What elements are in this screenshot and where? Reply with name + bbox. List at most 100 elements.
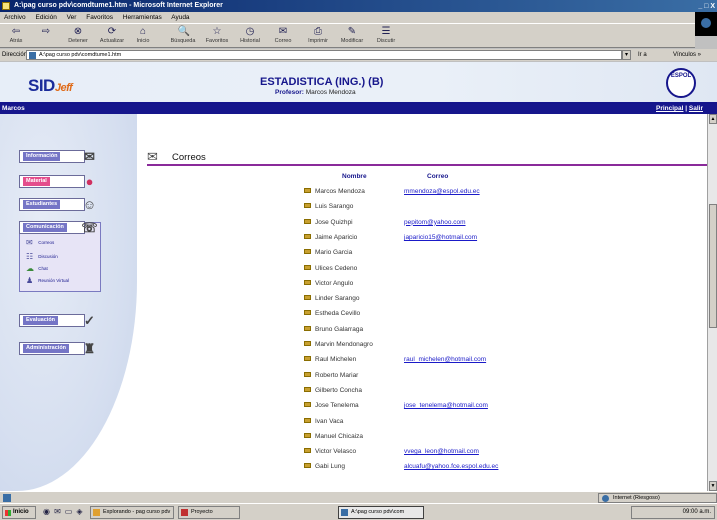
history-button[interactable]: ◷ Historial — [236, 25, 264, 47]
folder-bullet-icon — [304, 188, 311, 193]
scroll-thumb[interactable] — [709, 204, 717, 328]
table-row: Marcos Mendoza mmendoza@espol.edu.ec — [304, 186, 534, 201]
page-icon — [29, 52, 36, 59]
menu-archivo[interactable]: Archivo — [4, 14, 26, 21]
stop-icon: ⊗ — [73, 26, 83, 37]
scroll-down-icon[interactable]: ▼ — [709, 481, 717, 491]
sidebar-item-evaluacion[interactable]: Evaluación ✓ — [19, 313, 95, 328]
go-button[interactable]: Ir a — [638, 49, 647, 61]
table-row: Jaime Aparicio japaricio15@hotmail.com — [304, 232, 534, 247]
window-controls[interactable]: _ □ X — [698, 1, 715, 12]
menu-edicion[interactable]: Edición — [36, 14, 57, 21]
mail-button[interactable]: ✉ Correo — [270, 25, 296, 47]
task-browser[interactable]: A:\pag curso pdv\com — [338, 506, 424, 519]
search-icon: 🔍 — [177, 26, 190, 37]
contact-name: Estheda Cevillo — [315, 310, 361, 318]
clock: 09:00 a.m. — [682, 509, 711, 515]
favorites-button[interactable]: ☆ Favoritos — [202, 25, 232, 47]
start-button[interactable]: Inicio — [2, 506, 36, 519]
browser-toolbar: ⇦ Atrás ⇨ ⊗ Detener ⟳ Actualizar ⌂ Inicio 🔍 B… — [0, 23, 695, 48]
submenu-item-correos[interactable]: ✉ Correos — [26, 239, 54, 247]
status-bar: Internet (Riesgoso) — [0, 491, 717, 503]
discuss-button[interactable]: ☰ Discutir — [372, 25, 400, 47]
folder-bullet-icon — [304, 463, 311, 469]
refresh-button[interactable]: ⟳ Actualizar — [96, 25, 128, 47]
sidebar-item-estudiantes[interactable]: Estudiantes ☺ — [19, 197, 96, 212]
folder-bullet-icon — [304, 264, 311, 270]
contact-email-link[interactable]: mmendoza@espol.edu.ec — [404, 186, 480, 197]
sidebar-item-administracion[interactable]: Administración ♜ — [19, 341, 95, 356]
contact-email-link[interactable]: raul_michelen@hotmail.com — [404, 354, 486, 365]
contact-email-link[interactable]: pepitom@yahoo.com — [404, 217, 466, 228]
column-header-mail: Correo — [427, 173, 449, 180]
mail-submenu-icon: ✉ — [26, 238, 33, 247]
links-button[interactable]: Vínculos » — [673, 49, 701, 61]
menu-ver[interactable]: Ver — [67, 14, 77, 21]
menu-favoritos[interactable]: Favoritos — [86, 14, 113, 21]
menu-bar: Archivo Edición Ver Favoritos Herramient… — [0, 12, 717, 23]
folder-bullet-icon — [304, 249, 311, 255]
principal-link[interactable]: Principal — [656, 105, 683, 112]
mail-icon: ✉ — [278, 26, 288, 37]
contact-name: Ulices Cedeno — [315, 264, 358, 272]
section-title: Correos — [172, 152, 206, 163]
ie-throbber-logo — [695, 12, 717, 36]
contact-email-link[interactable]: jose_tenelema@hotmail.com — [404, 400, 488, 411]
task-explorer[interactable]: Explorando - pag curso pdv — [90, 506, 174, 519]
contact-email-link[interactable]: alcuafu@yahoo.fce.espol.edu.ec — [404, 461, 498, 472]
address-dropdown-icon[interactable]: ▾ — [622, 50, 631, 60]
quicklaunch-outlook-icon[interactable]: ✉ — [53, 507, 62, 517]
menu-ayuda[interactable]: Ayuda — [171, 14, 189, 21]
vertical-scrollbar[interactable]: ▲ ▼ — [707, 114, 717, 491]
contact-email-link[interactable]: japaricio15@hotmail.com — [404, 232, 477, 243]
submenu-item-reunion-virtual[interactable]: ♟ Reunión Virtual — [26, 277, 69, 285]
address-input[interactable]: A:\pag curso pdv\comdtume1.htm — [26, 50, 622, 60]
quicklaunch-desktop-icon[interactable]: ▭ — [64, 507, 73, 517]
menu-herramientas[interactable]: Herramientas — [123, 14, 162, 21]
discussion-icon: ☷ — [26, 252, 34, 261]
scroll-up-icon[interactable]: ▲ — [709, 114, 717, 124]
forward-button[interactable]: ⇨ — [36, 25, 56, 47]
search-button[interactable]: 🔍 Búsqueda — [168, 25, 198, 47]
contact-name: Jose Tenelema — [315, 402, 359, 410]
professor-label: Profesor: — [275, 89, 304, 96]
edit-button[interactable]: ✎ Modificar — [336, 25, 368, 47]
sidebar-item-material[interactable]: Material ● — [19, 174, 93, 189]
table-row: Gilberto Concha — [304, 385, 534, 400]
sidebar-item-informacion[interactable]: Información ✉ — [19, 149, 95, 164]
sidebar-item-comunicacion[interactable]: Comunicación ☏ — [19, 220, 98, 235]
table-row: Ivan Vaca — [304, 416, 534, 431]
home-button[interactable]: ⌂ Inicio — [132, 25, 154, 47]
contact-name: Marcos Mendoza — [315, 188, 365, 195]
material-icon: ● — [85, 174, 94, 189]
folder-bullet-icon — [304, 218, 311, 224]
submenu-item-chat[interactable]: ☁ Chat — [26, 265, 48, 273]
refresh-icon: ⟳ — [107, 26, 117, 37]
stop-button[interactable]: ⊗ Detener — [64, 25, 92, 47]
section-header: ✉ Correos — [147, 150, 707, 166]
salir-link[interactable]: Salir — [689, 105, 703, 112]
sidebar: Información ✉ Material ● Estudiantes ☺ C… — [0, 114, 137, 491]
folder-bullet-icon — [304, 203, 311, 209]
window-title-bar: A:\pag curso pdv\comdtume1.htm - Microso… — [0, 0, 717, 12]
history-icon: ◷ — [245, 26, 255, 37]
professor-name: Marcos Mendoza — [305, 89, 356, 96]
quicklaunch-ie-icon[interactable]: ◉ — [42, 507, 51, 517]
table-row: Linder Sarango — [304, 293, 534, 308]
course-title: ESTADISTICA (ING.) (B) — [260, 76, 384, 88]
folder-bullet-icon — [304, 325, 311, 331]
security-zone: Internet (Riesgoso) — [598, 493, 717, 503]
task-proyecto[interactable]: Proyecto — [178, 506, 240, 519]
back-button[interactable]: ⇦ Atrás — [4, 25, 28, 47]
table-row: Estheda Cevillo — [304, 308, 534, 323]
quicklaunch-channels-icon[interactable]: ◈ — [75, 507, 84, 517]
contact-name: Marvin Mendonagro — [315, 341, 373, 348]
folder-bullet-icon — [304, 341, 311, 346]
column-header-name: Nombre — [342, 173, 367, 180]
globe-icon — [602, 495, 609, 502]
print-button[interactable]: ⎙ Imprimir — [304, 25, 332, 47]
contact-name: Jose Quizhpi — [315, 218, 353, 226]
contact-name: Gabi Lung — [315, 463, 345, 471]
submenu-item-discusion[interactable]: ☷ Discusión — [26, 253, 58, 261]
contact-email-link[interactable]: vvega_leon@hotmail.com — [404, 446, 479, 457]
